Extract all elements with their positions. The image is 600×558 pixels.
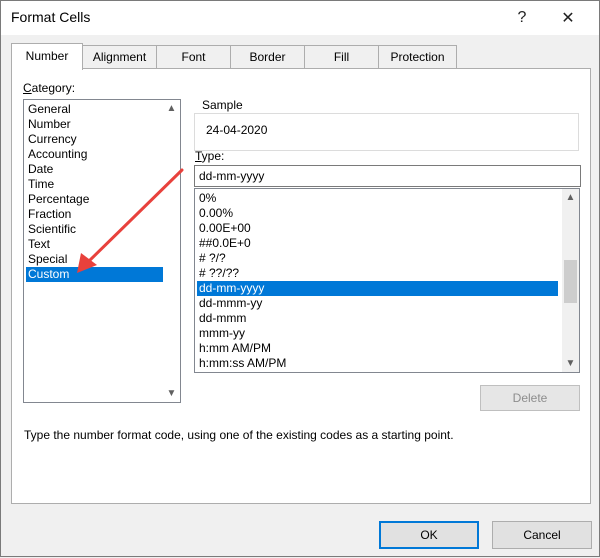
category-item-general[interactable]: General [26, 102, 164, 117]
category-item-scientific[interactable]: Scientific [26, 222, 164, 237]
type-item[interactable]: 0.00E+00 [197, 221, 558, 236]
delete-button[interactable]: Delete [480, 385, 580, 411]
tab-number[interactable]: Number [11, 43, 83, 70]
category-list[interactable]: General Number Currency Accounting Date … [23, 99, 181, 403]
hint-text: Type the number format code, using one o… [24, 428, 454, 442]
category-item-currency[interactable]: Currency [26, 132, 164, 147]
close-icon: ✕ [561, 10, 575, 27]
tab-label: Protection [390, 50, 445, 64]
tab-label: Fill [333, 50, 350, 64]
type-item[interactable]: dd-mmm [197, 311, 558, 326]
tab-label: Border [249, 50, 286, 64]
help-icon: ? [517, 9, 527, 26]
type-item[interactable]: # ?/? [197, 251, 558, 266]
close-button[interactable]: ✕ [553, 4, 583, 32]
tab-alignment[interactable]: Alignment [82, 45, 157, 68]
format-cells-dialog: Format Cells ? ✕ Number Alignment Font B… [0, 0, 600, 557]
chevron-down-icon[interactable]: ▼ [163, 385, 180, 402]
type-item[interactable]: # ??/?? [197, 266, 558, 281]
tab-border[interactable]: Border [230, 45, 305, 68]
category-item-percentage[interactable]: Percentage [26, 192, 164, 207]
type-input[interactable] [194, 165, 581, 187]
type-item-selected[interactable]: dd-mm-yyyy [197, 281, 558, 296]
tab-protection[interactable]: Protection [378, 45, 457, 68]
type-item[interactable]: h:mm:ss AM/PM [197, 356, 558, 371]
cancel-button[interactable]: Cancel [492, 521, 592, 549]
type-scrollbar[interactable]: ▲ ▼ [562, 189, 579, 372]
category-label: Category: [23, 81, 76, 95]
type-item[interactable]: 0% [197, 191, 558, 206]
category-item-text[interactable]: Text [26, 237, 164, 252]
type-item[interactable]: h:mm AM/PM [197, 341, 558, 356]
category-scrollbar[interactable]: ▲ ▼ [163, 100, 180, 402]
number-tab-panel: Category: General Number Currency Accoun… [11, 68, 591, 504]
type-list[interactable]: 0% 0.00% 0.00E+00 ##0.0E+0 # ?/? # ??/??… [194, 188, 580, 373]
tab-label: Number [25, 49, 69, 63]
type-label: Type: [195, 149, 225, 163]
sample-value: 24-04-2020 [206, 123, 268, 137]
category-item-fraction[interactable]: Fraction [26, 207, 164, 222]
category-item-number[interactable]: Number [26, 117, 164, 132]
tab-font[interactable]: Font [156, 45, 231, 68]
type-item[interactable]: ##0.0E+0 [197, 236, 558, 251]
tab-fill[interactable]: Fill [304, 45, 379, 68]
type-item[interactable]: mmm-yy [197, 326, 558, 341]
dialog-title: Format Cells [11, 9, 91, 25]
category-item-date[interactable]: Date [26, 162, 164, 177]
type-item[interactable]: 0.00% [197, 206, 558, 221]
ok-button[interactable]: OK [379, 521, 479, 549]
chevron-up-icon[interactable]: ▲ [562, 189, 579, 206]
chevron-down-icon[interactable]: ▼ [562, 355, 579, 372]
tab-label: Font [181, 50, 206, 64]
type-item[interactable]: dd-mmm-yy [197, 296, 558, 311]
category-item-accounting[interactable]: Accounting [26, 147, 164, 162]
category-item-custom[interactable]: Custom [26, 267, 164, 282]
help-button[interactable]: ? [507, 4, 537, 32]
category-item-time[interactable]: Time [26, 177, 164, 192]
title-bar: Format Cells ? ✕ [1, 1, 599, 35]
sample-label: Sample [198, 98, 247, 112]
scroll-thumb[interactable] [564, 260, 577, 303]
chevron-up-icon[interactable]: ▲ [163, 100, 180, 117]
category-item-special[interactable]: Special [26, 252, 164, 267]
tab-label: Alignment [92, 50, 147, 64]
